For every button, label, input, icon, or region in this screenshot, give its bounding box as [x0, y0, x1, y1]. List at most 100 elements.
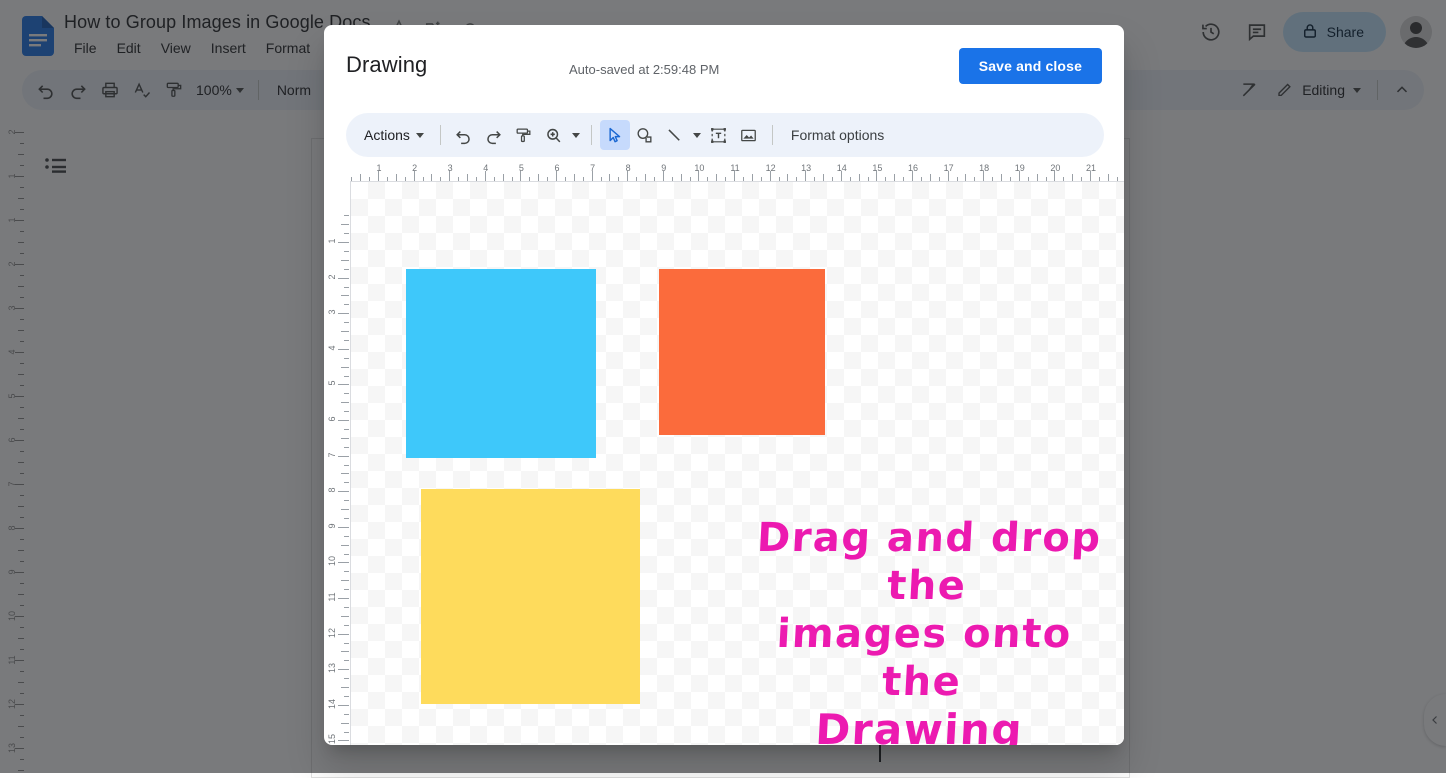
- zoom-icon[interactable]: [539, 120, 569, 150]
- redo-icon[interactable]: [479, 120, 509, 150]
- ruler-minor-tick: [341, 651, 349, 652]
- ruler-label: 12: [764, 163, 778, 173]
- ruler-minor-tick: [344, 678, 349, 679]
- ruler-minor-tick: [344, 696, 349, 697]
- ruler-label: 21: [1084, 163, 1098, 173]
- ruler-label: 10: [692, 163, 706, 173]
- ruler-label: 11: [728, 163, 742, 173]
- undo-icon[interactable]: [449, 120, 479, 150]
- paint-format-icon[interactable]: [509, 120, 539, 150]
- ruler-tick: [338, 634, 349, 635]
- orange-square[interactable]: [659, 269, 825, 435]
- ruler-label: 9: [327, 518, 337, 534]
- vertical-ruler[interactable]: 123456789101112131415: [324, 180, 350, 745]
- ruler-tick: [338, 527, 349, 528]
- ruler-minor-tick: [344, 518, 349, 519]
- annotation-line-3: Drawing canvas: [725, 706, 1110, 745]
- ruler-tick: [338, 420, 349, 421]
- format-options-button[interactable]: Format options: [781, 120, 894, 150]
- dialog-title: Drawing: [346, 52, 427, 78]
- ruler-minor-tick: [341, 331, 349, 332]
- text-box-icon[interactable]: [704, 120, 734, 150]
- ruler-minor-tick: [341, 616, 349, 617]
- ruler-label: 15: [870, 163, 884, 173]
- ruler-label: 14: [835, 163, 849, 173]
- ruler-tick: [338, 384, 349, 385]
- ruler-minor-tick: [341, 402, 349, 403]
- ruler-label: 20: [1048, 163, 1062, 173]
- ruler-tick: [338, 740, 349, 741]
- save-and-close-button[interactable]: Save and close: [959, 48, 1102, 84]
- ruler-minor-tick: [344, 732, 349, 733]
- select-arrow-icon[interactable]: [600, 120, 630, 150]
- ruler-label: 2: [327, 269, 337, 285]
- ruler-label: 8: [327, 482, 337, 498]
- ruler-minor-tick: [344, 269, 349, 270]
- ruler-tick: [338, 349, 349, 350]
- ruler-tick: [338, 278, 349, 279]
- toolbar-divider: [440, 125, 441, 145]
- ruler-minor-tick: [344, 447, 349, 448]
- drawing-canvas-area[interactable]: Drag and drop the images onto the Drawin…: [350, 181, 1124, 745]
- chevron-down-icon: [416, 133, 424, 138]
- toolbar-divider: [772, 125, 773, 145]
- ruler-minor-tick: [344, 322, 349, 323]
- ruler-minor-tick: [341, 260, 349, 261]
- ruler-label: 7: [327, 447, 337, 463]
- actions-menu-button[interactable]: Actions: [352, 119, 432, 151]
- insert-image-icon[interactable]: [734, 120, 764, 150]
- ruler-label: 12: [327, 625, 337, 641]
- ruler-label: 6: [327, 411, 337, 427]
- ruler-minor-tick: [344, 287, 349, 288]
- ruler-minor-tick: [341, 438, 349, 439]
- chevron-down-icon: [572, 133, 580, 138]
- dialog-header: Drawing Auto-saved at 2:59:48 PM Save an…: [324, 25, 1124, 108]
- ruler-label: 14: [327, 696, 337, 712]
- ruler-label: 13: [799, 163, 813, 173]
- line-dropdown-caret[interactable]: [690, 120, 704, 150]
- shape-icon[interactable]: [630, 120, 660, 150]
- ruler-tick: [338, 456, 349, 457]
- ruler-minor-tick: [344, 536, 349, 537]
- ruler-tick: [338, 562, 349, 563]
- ruler-label: 10: [327, 553, 337, 569]
- ruler-label: 3: [443, 163, 457, 173]
- ruler-label: 7: [586, 163, 600, 173]
- annotation-line-1: Drag and drop the: [736, 514, 1121, 610]
- ruler-label: 18: [977, 163, 991, 173]
- ruler-minor-tick: [341, 367, 349, 368]
- ruler-minor-tick: [341, 509, 349, 510]
- ruler-label: 3: [327, 304, 337, 320]
- autosave-status: Auto-saved at 2:59:48 PM: [569, 62, 719, 77]
- ruler-minor-tick: [344, 571, 349, 572]
- yellow-square[interactable]: [421, 489, 640, 704]
- ruler-minor-tick: [344, 714, 349, 715]
- ruler-label: 9: [657, 163, 671, 173]
- ruler-label: 16: [906, 163, 920, 173]
- horizontal-ruler[interactable]: 123456789101112131415161718192021: [350, 163, 1124, 183]
- ruler-minor-tick: [344, 589, 349, 590]
- ruler-minor-tick: [341, 545, 349, 546]
- ruler-label: 13: [327, 660, 337, 676]
- blue-square[interactable]: [406, 269, 596, 458]
- ruler-minor-tick: [344, 215, 349, 216]
- ruler-minor-tick: [344, 660, 349, 661]
- drawing-toolbar: Actions: [346, 113, 1104, 157]
- ruler-minor-tick: [344, 251, 349, 252]
- ruler-minor-tick: [341, 723, 349, 724]
- ruler-label: 8: [621, 163, 635, 173]
- zoom-dropdown-caret[interactable]: [569, 120, 583, 150]
- drawing-dialog: Drawing Auto-saved at 2:59:48 PM Save an…: [324, 25, 1124, 745]
- ruler-minor-tick: [344, 429, 349, 430]
- ruler-label: 1: [327, 233, 337, 249]
- ruler-label: 1: [372, 163, 386, 173]
- ruler-label: 5: [514, 163, 528, 173]
- actions-label: Actions: [364, 127, 410, 143]
- ruler-minor-tick: [344, 393, 349, 394]
- drawing-canvas[interactable]: Drag and drop the images onto the Drawin…: [351, 182, 1124, 745]
- line-icon[interactable]: [660, 120, 690, 150]
- ruler-label: 11: [327, 589, 337, 605]
- ruler-tick: [338, 598, 349, 599]
- ruler-minor-tick: [341, 224, 349, 225]
- handwritten-annotation: Drag and drop the images onto the Drawin…: [725, 514, 1120, 745]
